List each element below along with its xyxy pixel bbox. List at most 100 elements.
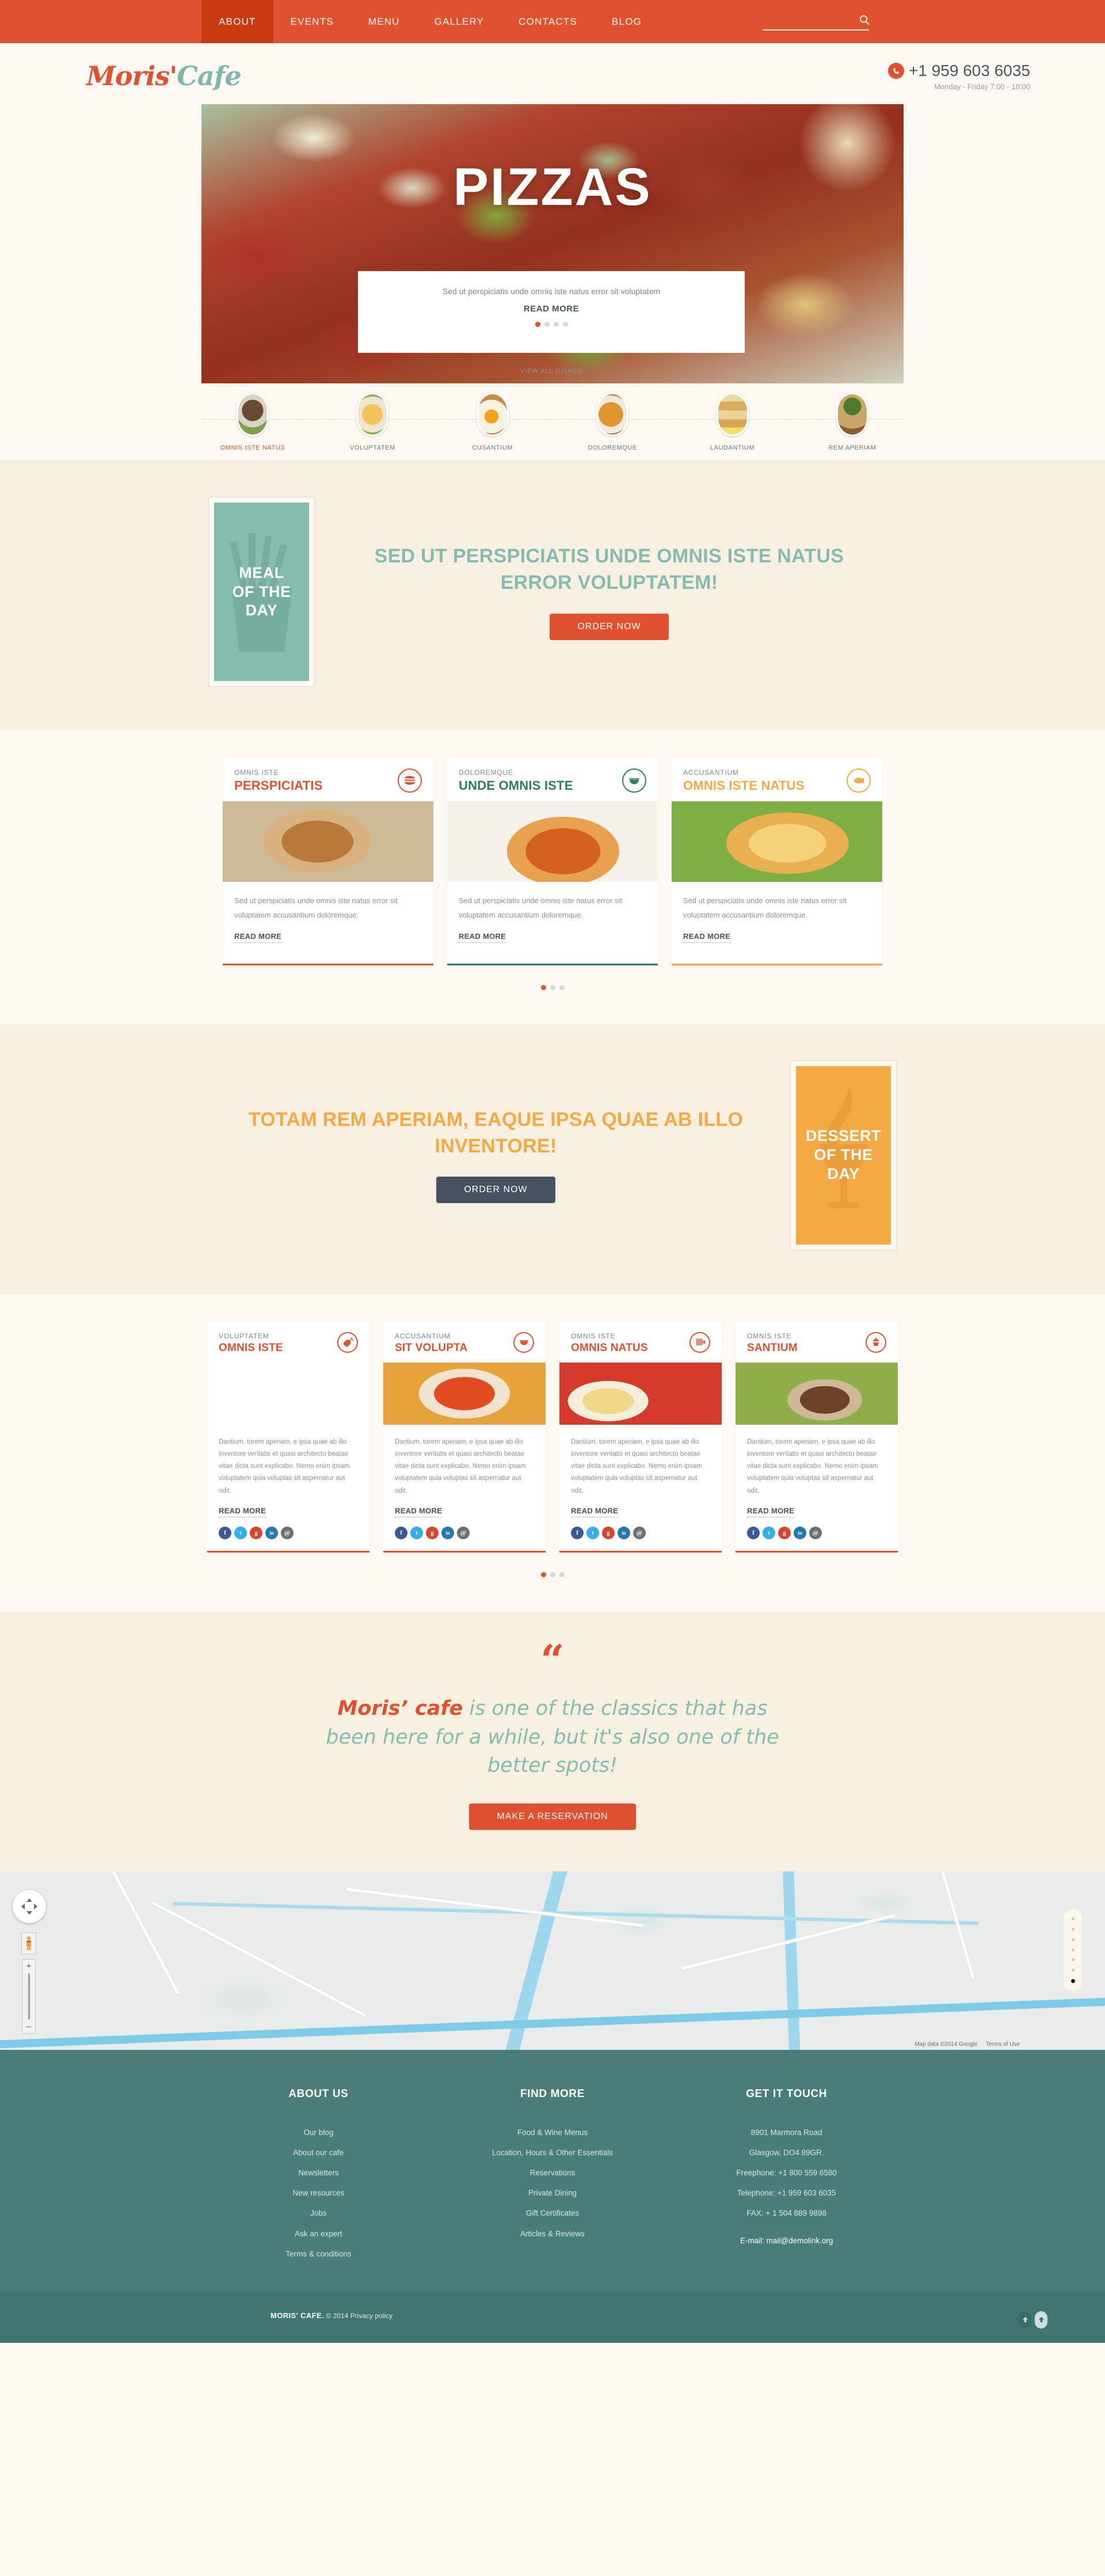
dish-read-more-link[interactable]: READ MORE bbox=[395, 1506, 443, 1518]
nav-item-menu[interactable]: MENU bbox=[351, 0, 417, 43]
category-item-doloremque[interactable]: DOLOREMQUE bbox=[577, 393, 647, 451]
map-layer-dot[interactable] bbox=[1071, 1968, 1074, 1972]
scroll-to-top-button-light[interactable] bbox=[1035, 2311, 1047, 2328]
footer-email-link[interactable]: E-mail: mail@demolink.org bbox=[669, 2236, 904, 2245]
email-icon[interactable]: @ bbox=[457, 1527, 470, 1540]
cards4-dot-3[interactable] bbox=[559, 1572, 565, 1578]
twitter-icon[interactable]: t bbox=[410, 1527, 423, 1540]
dish-read-more-link[interactable]: READ MORE bbox=[459, 932, 506, 943]
cards3-dot-2[interactable] bbox=[550, 984, 555, 990]
map-terms-link[interactable]: Terms of Use bbox=[986, 2041, 1020, 2048]
dish-card[interactable]: ACCUSANTIUM OMNIS ISTE NATUS Sed ut pers… bbox=[672, 758, 882, 965]
hero-dot-3[interactable] bbox=[553, 322, 559, 327]
category-item-laudantium[interactable]: LAUDANTIUM bbox=[698, 393, 768, 451]
dish-card[interactable]: OMNIS ISTE OMNIS NATUS Dantium, torem ap… bbox=[559, 1321, 722, 1553]
logo[interactable]: Moris'Cafe bbox=[86, 60, 242, 92]
category-item-voluptatem[interactable]: VOLUPTATEM bbox=[337, 393, 407, 451]
footer-link-terms-conditions[interactable]: Terms & conditions bbox=[201, 2244, 436, 2264]
category-item-rem-aperiam[interactable]: REM APERIAM bbox=[817, 393, 887, 451]
category-item-omnis-iste-natus[interactable]: OMNIS ISTE NATUS bbox=[218, 393, 288, 451]
cards3-dot-3[interactable] bbox=[559, 984, 565, 990]
map-layer-dot[interactable] bbox=[1071, 1948, 1074, 1951]
dish-read-more-link[interactable]: READ MORE bbox=[219, 1506, 266, 1518]
meal-of-the-day-box[interactable]: MEAL OF THE DAY bbox=[208, 497, 315, 687]
footer-link-reservations[interactable]: Reservations bbox=[436, 2163, 670, 2183]
googleplus-icon[interactable]: g bbox=[250, 1527, 262, 1540]
facebook-icon[interactable]: f bbox=[747, 1527, 760, 1540]
cards4-dot-1[interactable] bbox=[540, 1572, 546, 1578]
facebook-icon[interactable]: f bbox=[395, 1527, 407, 1540]
dish-card[interactable]: OMNIS ISTE SANTIUM Dantium, torem aperia… bbox=[736, 1321, 898, 1553]
map-zoom-slider[interactable]: + – bbox=[22, 1959, 36, 2034]
map-zoom-in-button[interactable]: + bbox=[26, 1961, 32, 1971]
footer-link-our-blog[interactable]: Our blog bbox=[201, 2122, 436, 2143]
twitter-icon[interactable]: t bbox=[234, 1527, 247, 1540]
twitter-icon[interactable]: t bbox=[763, 1527, 775, 1540]
footer-link-articles-reviews[interactable]: Articles & Reviews bbox=[436, 2224, 670, 2244]
googleplus-icon[interactable]: g bbox=[778, 1527, 791, 1540]
map-zoom-track[interactable] bbox=[28, 1973, 30, 2020]
dish-card[interactable]: ACCUSANTIUM SIT VOLUPTA Dantium, torem a… bbox=[383, 1321, 546, 1553]
dish-read-more-link[interactable]: READ MORE bbox=[571, 1506, 619, 1518]
dish-read-more-link[interactable]: READ MORE bbox=[747, 1506, 795, 1518]
search-input[interactable] bbox=[763, 17, 869, 31]
category-item-cusantium[interactable]: CUSANTIUM bbox=[458, 393, 528, 451]
nav-item-events[interactable]: EVENTS bbox=[273, 0, 351, 43]
facebook-icon[interactable]: f bbox=[219, 1527, 231, 1540]
footer-link-new-resources[interactable]: New resources bbox=[201, 2183, 436, 2203]
footer-link-newsletters[interactable]: Newsletters bbox=[201, 2163, 436, 2183]
linkedin-icon[interactable]: in bbox=[265, 1527, 278, 1540]
dish-card[interactable]: OMNIS ISTE PERSPICIATIS Sed ut perspicia… bbox=[223, 758, 433, 965]
search-icon[interactable] bbox=[859, 14, 870, 26]
privacy-policy-link[interactable]: Privacy policy bbox=[350, 2312, 393, 2320]
map-layer-dot[interactable] bbox=[1071, 1938, 1074, 1941]
map-layer-selector[interactable] bbox=[1064, 1909, 1082, 1992]
hero-dot-1[interactable] bbox=[535, 322, 540, 327]
footer-link-about-our-cafe[interactable]: About our cafe bbox=[201, 2143, 436, 2163]
hero-dot-2[interactable] bbox=[544, 322, 550, 327]
cards4-dot-2[interactable] bbox=[550, 1572, 555, 1578]
footer-link-food-wine-menus[interactable]: Food & Wine Menus bbox=[436, 2122, 670, 2143]
nav-item-about[interactable]: ABOUT bbox=[201, 0, 273, 43]
dessert-order-now-button[interactable]: ORDER NOW bbox=[436, 1177, 555, 1204]
nav-item-blog[interactable]: BLOG bbox=[595, 0, 659, 43]
dish-card[interactable]: VOLUPTATEM OMNIS ISTE Dantium, torem ape… bbox=[207, 1321, 369, 1553]
dish-read-more-link[interactable]: READ MORE bbox=[683, 932, 731, 943]
map-layer-dot[interactable] bbox=[1071, 1958, 1074, 1962]
linkedin-icon[interactable]: in bbox=[441, 1527, 454, 1540]
scroll-to-top-button-dark[interactable] bbox=[1019, 2311, 1031, 2328]
linkedin-icon[interactable]: in bbox=[794, 1527, 806, 1540]
dish-card[interactable]: DOLOREMQUE UNDE OMNIS ISTE Sed ut perspi… bbox=[447, 758, 658, 965]
view-all-dishes-link[interactable]: VIEW ALL DISHES bbox=[358, 368, 745, 375]
hero-dot-4[interactable] bbox=[562, 322, 568, 327]
footer-link-jobs[interactable]: Jobs bbox=[201, 2203, 436, 2223]
facebook-icon[interactable]: f bbox=[571, 1527, 584, 1540]
dish-read-more-link[interactable]: READ MORE bbox=[234, 932, 282, 943]
map-zoom-out-button[interactable]: – bbox=[26, 2022, 31, 2031]
hero-read-more-link[interactable]: READ MORE bbox=[358, 304, 745, 314]
googleplus-icon[interactable]: g bbox=[602, 1527, 615, 1540]
location-map[interactable]: + – Map data ©2014 Google Terms of Use bbox=[0, 1871, 1105, 2050]
map-layer-dot[interactable] bbox=[1071, 1917, 1074, 1921]
nav-item-gallery[interactable]: GALLERY bbox=[417, 0, 502, 43]
twitter-icon[interactable]: t bbox=[586, 1527, 599, 1540]
nav-item-contacts[interactable]: CONTACTS bbox=[501, 0, 595, 43]
map-pan-control[interactable] bbox=[13, 1890, 46, 1924]
footer-link-gift-certificates[interactable]: Gift Certificates bbox=[436, 2203, 670, 2223]
footer-link-location-hours[interactable]: Location, Hours & Other Essentials bbox=[436, 2143, 670, 2163]
dessert-of-the-day-box[interactable]: DESSERT OF THE DAY bbox=[790, 1060, 897, 1250]
googleplus-icon[interactable]: g bbox=[426, 1527, 439, 1540]
map-layer-dot[interactable] bbox=[1071, 1928, 1074, 1931]
email-icon[interactable]: @ bbox=[281, 1527, 294, 1540]
cards3-dot-1[interactable] bbox=[540, 984, 546, 990]
make-reservation-button[interactable]: MAKE A RESERVATION bbox=[469, 1803, 636, 1831]
linkedin-icon[interactable]: in bbox=[618, 1527, 630, 1540]
footer-link-ask-an-expert[interactable]: Ask an expert bbox=[201, 2224, 436, 2244]
map-layer-dot-active[interactable] bbox=[1070, 1978, 1075, 1983]
meal-order-now-button[interactable]: ORDER NOW bbox=[550, 613, 669, 640]
email-icon[interactable]: @ bbox=[633, 1527, 646, 1540]
email-icon[interactable]: @ bbox=[809, 1527, 822, 1540]
street-view-pegman-icon[interactable] bbox=[21, 1932, 36, 1955]
phone-number[interactable]: +1 959 603 6035 bbox=[909, 62, 1030, 80]
footer-link-private-dining[interactable]: Private Dining bbox=[436, 2183, 670, 2203]
